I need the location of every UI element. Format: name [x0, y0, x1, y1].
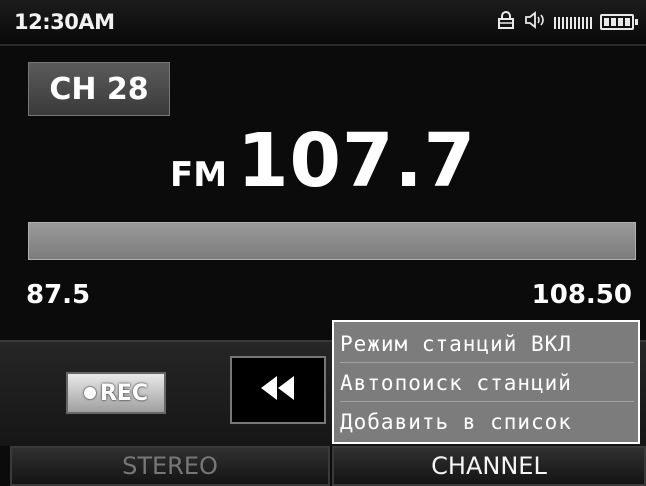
status-bar: 12:30AM — [0, 0, 646, 46]
band-label: FM — [170, 155, 228, 195]
tab-stereo-label: STEREO — [122, 452, 218, 480]
clock: 12:30AM — [14, 10, 115, 34]
battery-icon — [600, 14, 638, 30]
signal-icon — [554, 15, 592, 29]
volume-icon — [524, 10, 546, 34]
tab-channel[interactable]: CHANNEL — [332, 446, 646, 486]
channel-label: CH 28 — [49, 71, 149, 107]
record-button[interactable]: REC — [66, 372, 166, 414]
frequency-display: FM 107.7 — [170, 118, 476, 204]
options-menu: Режим станций ВКЛ Автопоиск станций Доба… — [332, 320, 640, 444]
menu-item-auto-search[interactable]: Автопоиск станций — [340, 365, 634, 402]
record-dot-icon — [83, 387, 96, 399]
fm-radio-screen: 12:30AM CH 28 FM 107.7 87.5 108.50 REC Р… — [0, 0, 646, 486]
tab-stereo[interactable]: STEREO — [10, 446, 330, 486]
menu-item-station-mode[interactable]: Режим станций ВКЛ — [340, 326, 634, 363]
channel-badge: CH 28 — [28, 62, 170, 116]
rewind-button[interactable] — [230, 356, 326, 424]
tuning-bar[interactable] — [28, 222, 636, 260]
lock-icon — [496, 10, 516, 34]
record-label: REC — [99, 380, 149, 406]
max-frequency: 108.50 — [531, 280, 632, 310]
min-frequency: 87.5 — [26, 280, 91, 310]
status-icons — [496, 10, 638, 34]
tab-channel-label: CHANNEL — [431, 452, 547, 480]
frequency-value: 107.7 — [237, 118, 477, 204]
rewind-icon — [258, 373, 298, 407]
menu-item-add-to-list[interactable]: Добавить в список — [340, 404, 634, 440]
